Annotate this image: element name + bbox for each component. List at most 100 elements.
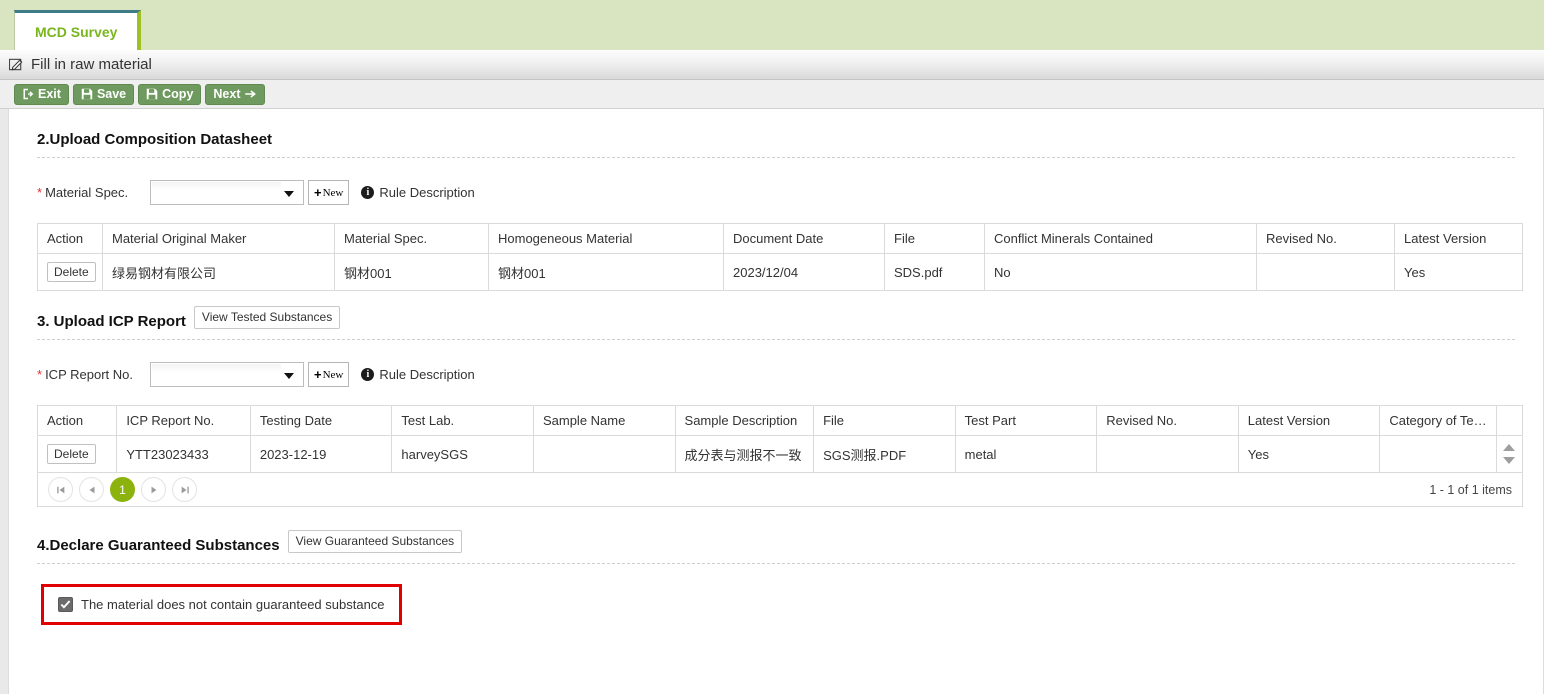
material-spec-label-text: Material Spec. bbox=[45, 185, 129, 200]
tab-mcd-survey[interactable]: MCD Survey bbox=[14, 10, 142, 50]
col-sample-name: Sample Name bbox=[532, 405, 676, 436]
table-header-row: Action Material Original Maker Material … bbox=[37, 223, 1523, 254]
rule-description-label-2: Rule Description bbox=[379, 367, 475, 382]
cell-latest-version: Yes bbox=[1394, 253, 1523, 291]
delete-button[interactable]: Delete bbox=[47, 444, 96, 464]
tab-strip: MCD Survey bbox=[0, 0, 1544, 50]
col-material-spec: Material Spec. bbox=[334, 223, 489, 254]
cell-file-link[interactable]: SGS测报.PDF bbox=[813, 435, 956, 473]
section-3-heading: 3. Upload ICP Report bbox=[37, 313, 186, 330]
row-scroll-buttons[interactable] bbox=[1495, 435, 1524, 473]
col-latest-version: Latest Version bbox=[1237, 405, 1381, 436]
pencil-edit-icon bbox=[9, 57, 24, 72]
section-2-heading: 2.Upload Composition Datasheet bbox=[37, 131, 273, 148]
divider-3 bbox=[37, 563, 1515, 564]
col-action: Action bbox=[36, 405, 118, 436]
col-test-lab: Test Lab. bbox=[391, 405, 534, 436]
cell-document-date: 2023/12/04 bbox=[723, 253, 885, 291]
col-scroll-spacer bbox=[1495, 405, 1524, 436]
pager-item-count: 1 - 1 of 1 items bbox=[1429, 482, 1512, 497]
icp-report-no-select[interactable] bbox=[150, 362, 304, 387]
new-button-label-2: New bbox=[322, 368, 344, 381]
col-revised-no: Revised No. bbox=[1256, 223, 1395, 254]
copy-button[interactable]: Copy bbox=[138, 83, 202, 105]
material-spec-label: * Material Spec. bbox=[37, 185, 150, 200]
copy-disk-icon bbox=[146, 88, 158, 100]
col-document-date: Document Date bbox=[723, 223, 885, 254]
cell-test-lab: harveySGS bbox=[391, 435, 534, 473]
content-wrapper: 2.Upload Composition Datasheet * Material… bbox=[0, 109, 1544, 694]
first-page-icon[interactable] bbox=[48, 477, 73, 502]
section-4-header: 4.Declare Guaranteed Substances View Gua… bbox=[29, 515, 1523, 554]
icp-report-field-row: * ICP Report No. + New i Rule Description bbox=[37, 362, 1523, 387]
prev-page-icon[interactable] bbox=[79, 477, 104, 502]
guaranteed-substance-checkbox-label: The material does not contain guaranteed… bbox=[81, 597, 385, 612]
select-inner-highlight-2 bbox=[152, 364, 281, 372]
cell-revised-no bbox=[1096, 435, 1239, 473]
cell-revised-no bbox=[1256, 253, 1395, 291]
view-tested-substances-button[interactable]: View Tested Substances bbox=[193, 305, 341, 329]
icp-report-new-button[interactable]: + New bbox=[308, 362, 350, 387]
table-row: Delete 绿易钢材有限公司 钢材001 钢材001 2023/12/04 S… bbox=[37, 253, 1523, 291]
select-inner-highlight bbox=[152, 182, 281, 190]
divider-2 bbox=[37, 339, 1515, 340]
icp-report-table: Action ICP Report No. Testing Date Test … bbox=[36, 405, 1524, 473]
col-file: File bbox=[813, 405, 956, 436]
last-page-icon[interactable] bbox=[172, 477, 197, 502]
col-category-of-tested: Category of Tested I... bbox=[1379, 405, 1497, 436]
material-spec-rule-description-link[interactable]: i Rule Description bbox=[361, 185, 475, 200]
cell-file-link[interactable]: SDS.pdf bbox=[884, 253, 985, 291]
cell-homogeneous-link[interactable]: 钢材001 bbox=[488, 253, 724, 291]
cell-sample-description: 成分表与测报不一致 bbox=[674, 435, 815, 473]
delete-button[interactable]: Delete bbox=[47, 262, 96, 282]
icp-table-pager: 1 1 - 1 of 1 items bbox=[37, 473, 1523, 507]
section-4-heading: 4.Declare Guaranteed Substances bbox=[37, 537, 280, 554]
save-disk-icon bbox=[81, 88, 93, 100]
left-gutter bbox=[0, 109, 8, 694]
col-test-part: Test Part bbox=[954, 405, 1098, 436]
col-homogeneous-material: Homogeneous Material bbox=[488, 223, 724, 254]
action-toolbar: Exit Save Copy Next bbox=[0, 80, 1544, 109]
material-spec-field-row: * Material Spec. + New i Rule Description bbox=[37, 180, 1523, 205]
col-sample-description: Sample Description bbox=[674, 405, 815, 436]
material-spec-select[interactable] bbox=[150, 180, 304, 205]
composition-datasheet-table: Action Material Original Maker Material … bbox=[37, 223, 1523, 291]
exit-button-label: Exit bbox=[38, 86, 61, 101]
col-file: File bbox=[884, 223, 985, 254]
section-3-header: 3. Upload ICP Report View Tested Substan… bbox=[29, 291, 1523, 330]
next-button[interactable]: Next bbox=[205, 83, 266, 105]
guaranteed-substance-checkbox[interactable] bbox=[58, 597, 73, 612]
page-number-1[interactable]: 1 bbox=[110, 477, 135, 502]
material-spec-new-button[interactable]: + New bbox=[308, 180, 350, 205]
rule-description-label: Rule Description bbox=[379, 185, 475, 200]
table-header-row: Action ICP Report No. Testing Date Test … bbox=[36, 405, 1524, 436]
icp-report-no-label: * ICP Report No. bbox=[37, 367, 150, 382]
cell-maker: 绿易钢材有限公司 bbox=[102, 253, 335, 291]
required-asterisk-2: * bbox=[37, 367, 43, 382]
cell-conflict-minerals: No bbox=[984, 253, 1257, 291]
page-title-bar: Fill in raw material bbox=[0, 50, 1544, 80]
table-row: Delete YTT23023433 2023-12-19 harveySGS … bbox=[36, 435, 1524, 473]
exit-icon bbox=[22, 88, 34, 100]
save-button[interactable]: Save bbox=[72, 83, 135, 105]
cell-action: Delete bbox=[37, 253, 103, 291]
exit-button[interactable]: Exit bbox=[14, 83, 69, 105]
icp-report-no-label-text: ICP Report No. bbox=[45, 367, 133, 382]
next-button-label: Next bbox=[213, 86, 241, 101]
arrow-right-icon bbox=[244, 88, 257, 100]
cell-latest-version: Yes bbox=[1237, 435, 1381, 473]
view-guaranteed-substances-button[interactable]: View Guaranteed Substances bbox=[287, 529, 463, 553]
cell-testing-date: 2023-12-19 bbox=[249, 435, 393, 473]
required-asterisk: * bbox=[37, 185, 43, 200]
cell-material-spec-link[interactable]: 钢材001 bbox=[334, 253, 489, 291]
cell-icp-report-no-link[interactable]: YTT23023433 bbox=[116, 435, 251, 473]
guaranteed-substance-highlight-box: The material does not contain guaranteed… bbox=[41, 584, 402, 625]
scroll-up-icon[interactable] bbox=[1503, 444, 1516, 451]
icp-rule-description-link[interactable]: i Rule Description bbox=[361, 367, 475, 382]
info-icon-2: i bbox=[361, 368, 375, 381]
next-page-icon[interactable] bbox=[141, 477, 166, 502]
cell-test-part-link[interactable]: metal bbox=[954, 435, 1098, 473]
scroll-down-icon[interactable] bbox=[1503, 457, 1516, 464]
new-button-label: New bbox=[322, 186, 344, 199]
cell-action: Delete bbox=[36, 435, 118, 473]
